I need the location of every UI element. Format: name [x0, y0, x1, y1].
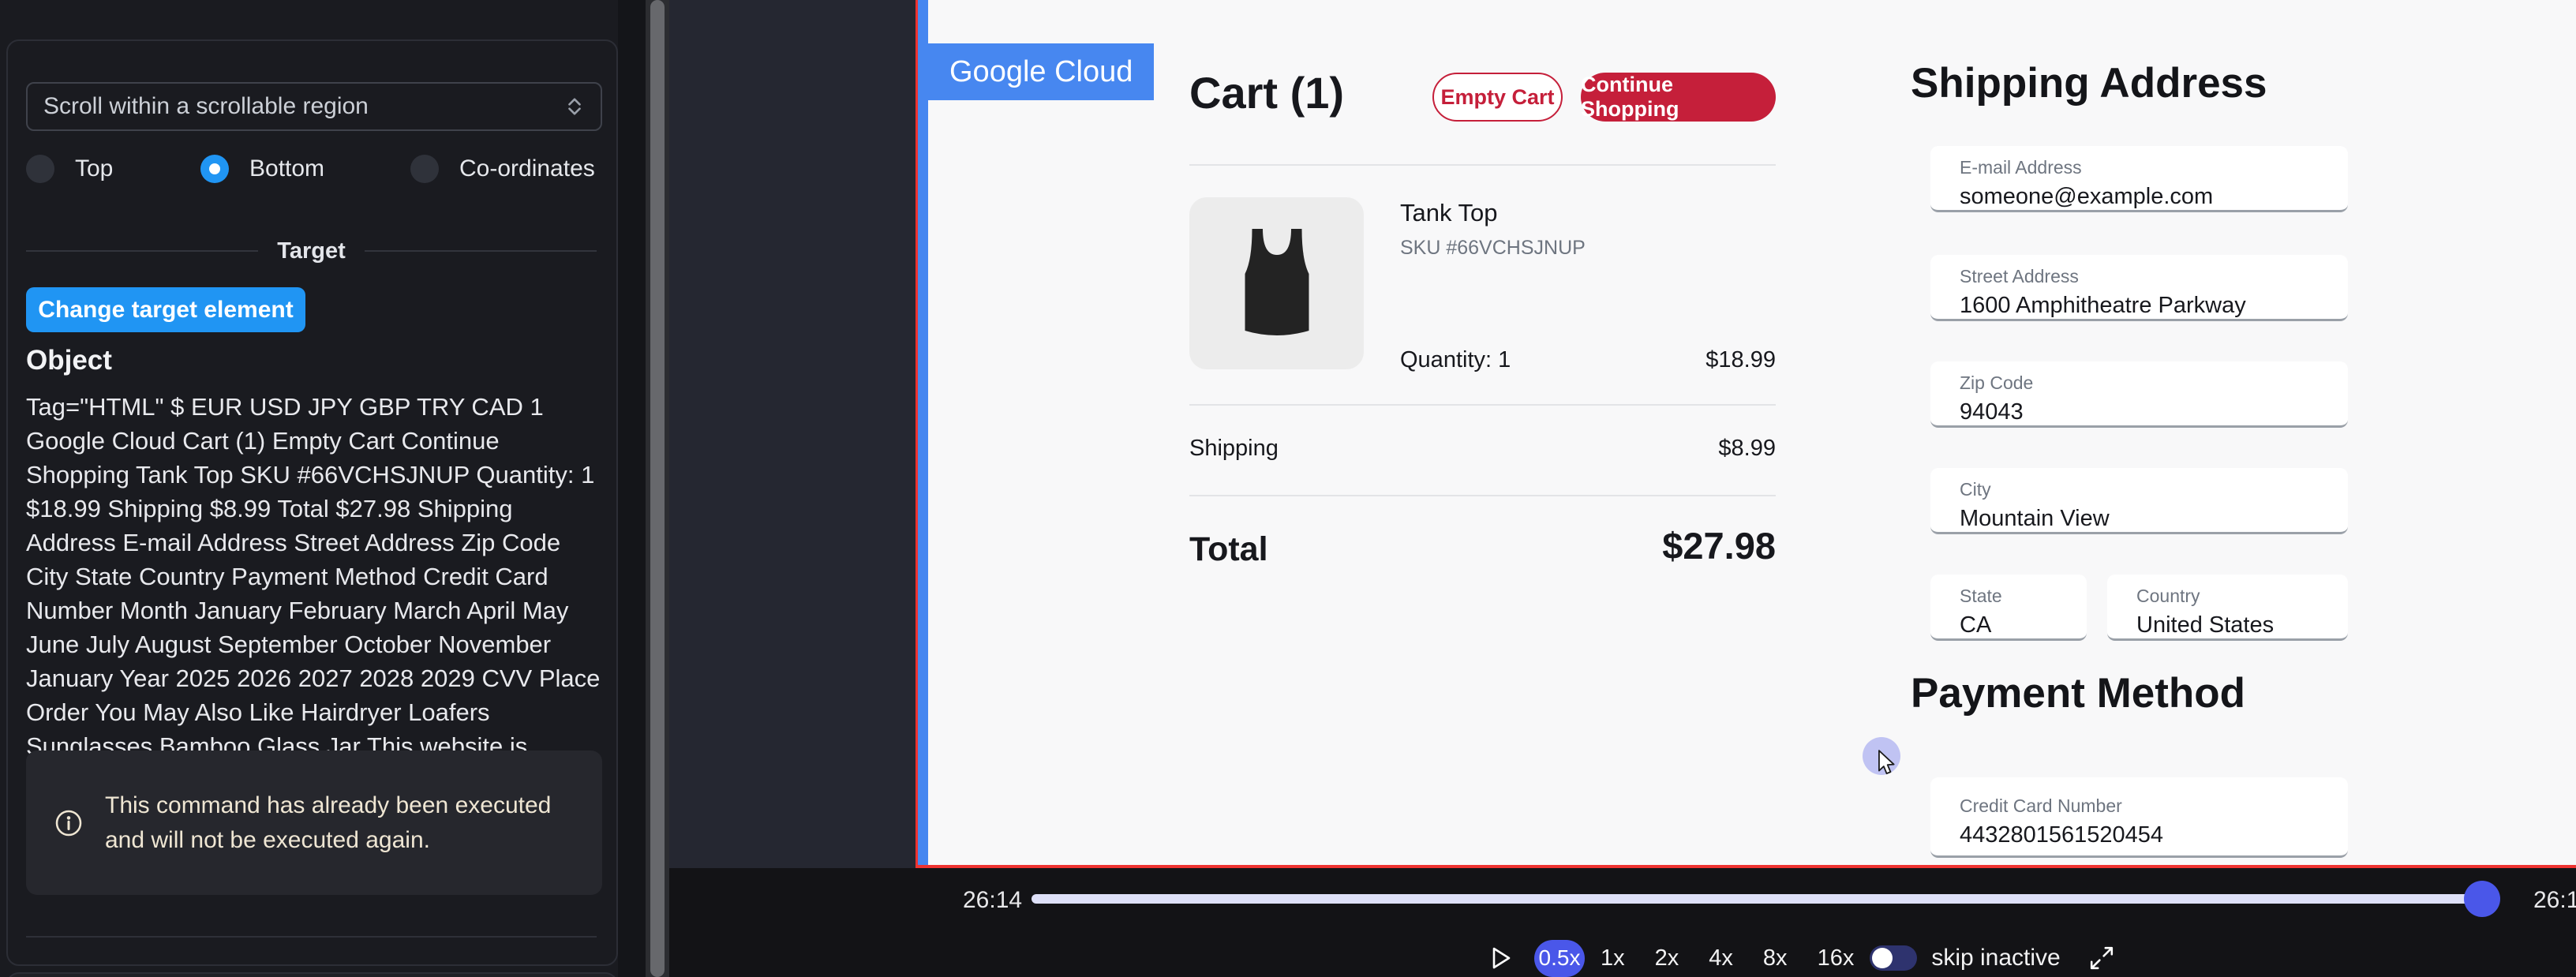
cart-title: Cart (1) — [1189, 67, 1344, 118]
next-command-panel — [6, 972, 618, 977]
play-button[interactable] — [1490, 945, 1512, 971]
country-label: Country — [2136, 586, 2348, 607]
cart-divider — [1189, 164, 1776, 166]
sidebar-divider — [26, 936, 597, 938]
fullscreen-icon[interactable] — [2089, 945, 2114, 971]
shipping-row-value: $8.99 — [1189, 436, 1776, 462]
email-field[interactable]: E-mail Address someone@example.com — [1930, 146, 2348, 212]
radio-top-circle[interactable] — [26, 155, 54, 183]
state-label: State — [1960, 586, 2087, 607]
radio-coordinates-label: Co-ordinates — [459, 155, 595, 182]
object-description: Tag="HTML" $ EUR USD JPY GBP TRY CAD 1 G… — [26, 390, 601, 797]
state-value[interactable]: CA — [1960, 612, 2087, 638]
credit-card-label: Credit Card Number — [1960, 795, 2348, 817]
city-field[interactable]: City Mountain View — [1930, 468, 2348, 534]
current-time: 26:14 — [963, 887, 1022, 914]
target-section-divider: Target — [26, 237, 597, 265]
player-bar: 26:14 26:1 0.5x 1x 2x 4x 8x 16x skip ina… — [669, 868, 2576, 977]
already-executed-notice: This command has already been executed a… — [26, 751, 602, 895]
speed-1x-button[interactable]: 1x — [1601, 945, 1625, 971]
street-field[interactable]: Street Address 1600 Amphitheatre Parkway — [1930, 255, 2348, 321]
empty-cart-button[interactable]: Empty Cart — [1432, 73, 1563, 122]
scroll-position-radios: Top Bottom Co-ordinates — [0, 155, 618, 193]
radio-bottom[interactable]: Bottom — [200, 155, 324, 183]
city-label: City — [1960, 479, 2348, 500]
element-highlight-label: Google Cloud — [928, 43, 1154, 100]
action-type-select[interactable]: Scroll within a scrollable region — [26, 82, 602, 131]
speed-16x-button[interactable]: 16x — [1818, 945, 1855, 971]
country-field[interactable]: Country United States — [2107, 575, 2348, 641]
speed-2x-button[interactable]: 2x — [1655, 945, 1679, 971]
select-chevrons-icon — [564, 93, 585, 120]
replay-app: Scroll within a scrollable region Top Bo… — [0, 0, 2576, 977]
speed-8x-button[interactable]: 8x — [1763, 945, 1788, 971]
action-type-value: Scroll within a scrollable region — [43, 93, 564, 120]
change-target-button[interactable]: Change target element — [26, 287, 305, 332]
divider-line — [26, 250, 258, 252]
element-highlight-strip — [918, 0, 928, 865]
continue-shopping-button[interactable]: Continue Shopping — [1581, 73, 1776, 122]
payment-method-heading: Payment Method — [1911, 669, 2245, 717]
state-field[interactable]: State CA — [1930, 575, 2087, 641]
replayed-webpage: Google Cloud Cart (1) Empty Cart Continu… — [915, 0, 2576, 868]
radio-top-label: Top — [75, 155, 113, 182]
zip-value[interactable]: 94043 — [1960, 399, 2348, 425]
speed-4x-button[interactable]: 4x — [1709, 945, 1733, 971]
credit-card-value[interactable]: 4432801561520454 — [1960, 822, 2348, 848]
target-section-label: Target — [277, 238, 345, 264]
email-label: E-mail Address — [1960, 157, 2348, 178]
divider-line — [365, 250, 597, 252]
timeline-knob[interactable] — [2464, 881, 2500, 917]
shipping-address-heading: Shipping Address — [1911, 59, 2267, 107]
info-icon — [54, 809, 83, 837]
product-price: $18.99 — [1189, 347, 1776, 373]
skip-inactive-label: skip inactive — [1931, 945, 2060, 971]
radio-coordinates-circle[interactable] — [410, 155, 439, 183]
product-sku: SKU #66VCHSJNUP — [1400, 237, 1586, 260]
street-value[interactable]: 1600 Amphitheatre Parkway — [1960, 293, 2348, 319]
end-time: 26:1 — [2533, 887, 2576, 914]
radio-top[interactable]: Top — [26, 155, 113, 183]
timeline-track[interactable] — [1032, 894, 2482, 904]
zip-field[interactable]: Zip Code 94043 — [1930, 361, 2348, 428]
product-name: Tank Top — [1400, 199, 1498, 227]
street-label: Street Address — [1960, 266, 2348, 287]
playback-controls: 0.5x 1x 2x 4x 8x 16x skip inactive — [1490, 938, 2114, 977]
credit-card-field[interactable]: Credit Card Number 4432801561520454 — [1930, 777, 2348, 858]
email-value[interactable]: someone@example.com — [1960, 184, 2348, 210]
zip-label: Zip Code — [1960, 372, 2348, 394]
scrollbar-thumb[interactable] — [650, 0, 665, 977]
tank-top-graphic — [1218, 216, 1336, 350]
mouse-cursor-icon — [1875, 750, 1897, 777]
city-value[interactable]: Mountain View — [1960, 506, 2348, 532]
skip-inactive-toggle[interactable] — [1870, 945, 1917, 971]
radio-bottom-circle[interactable] — [200, 155, 229, 183]
country-value[interactable]: United States — [2136, 612, 2348, 638]
notice-text: This command has already been executed a… — [105, 788, 574, 858]
radio-bottom-label: Bottom — [249, 155, 324, 182]
product-image-tank-top — [1189, 197, 1364, 369]
panel-resize-gutter — [618, 0, 669, 977]
speed-0.5x-button[interactable]: 0.5x — [1534, 940, 1585, 977]
cart-divider — [1189, 495, 1776, 496]
toggle-knob[interactable] — [1872, 948, 1893, 968]
total-value: $27.98 — [1189, 524, 1776, 567]
sidebar: Scroll within a scrollable region Top Bo… — [0, 0, 618, 977]
cart-divider — [1189, 404, 1776, 406]
radio-coordinates[interactable]: Co-ordinates — [410, 155, 595, 183]
object-heading: Object — [26, 345, 112, 376]
